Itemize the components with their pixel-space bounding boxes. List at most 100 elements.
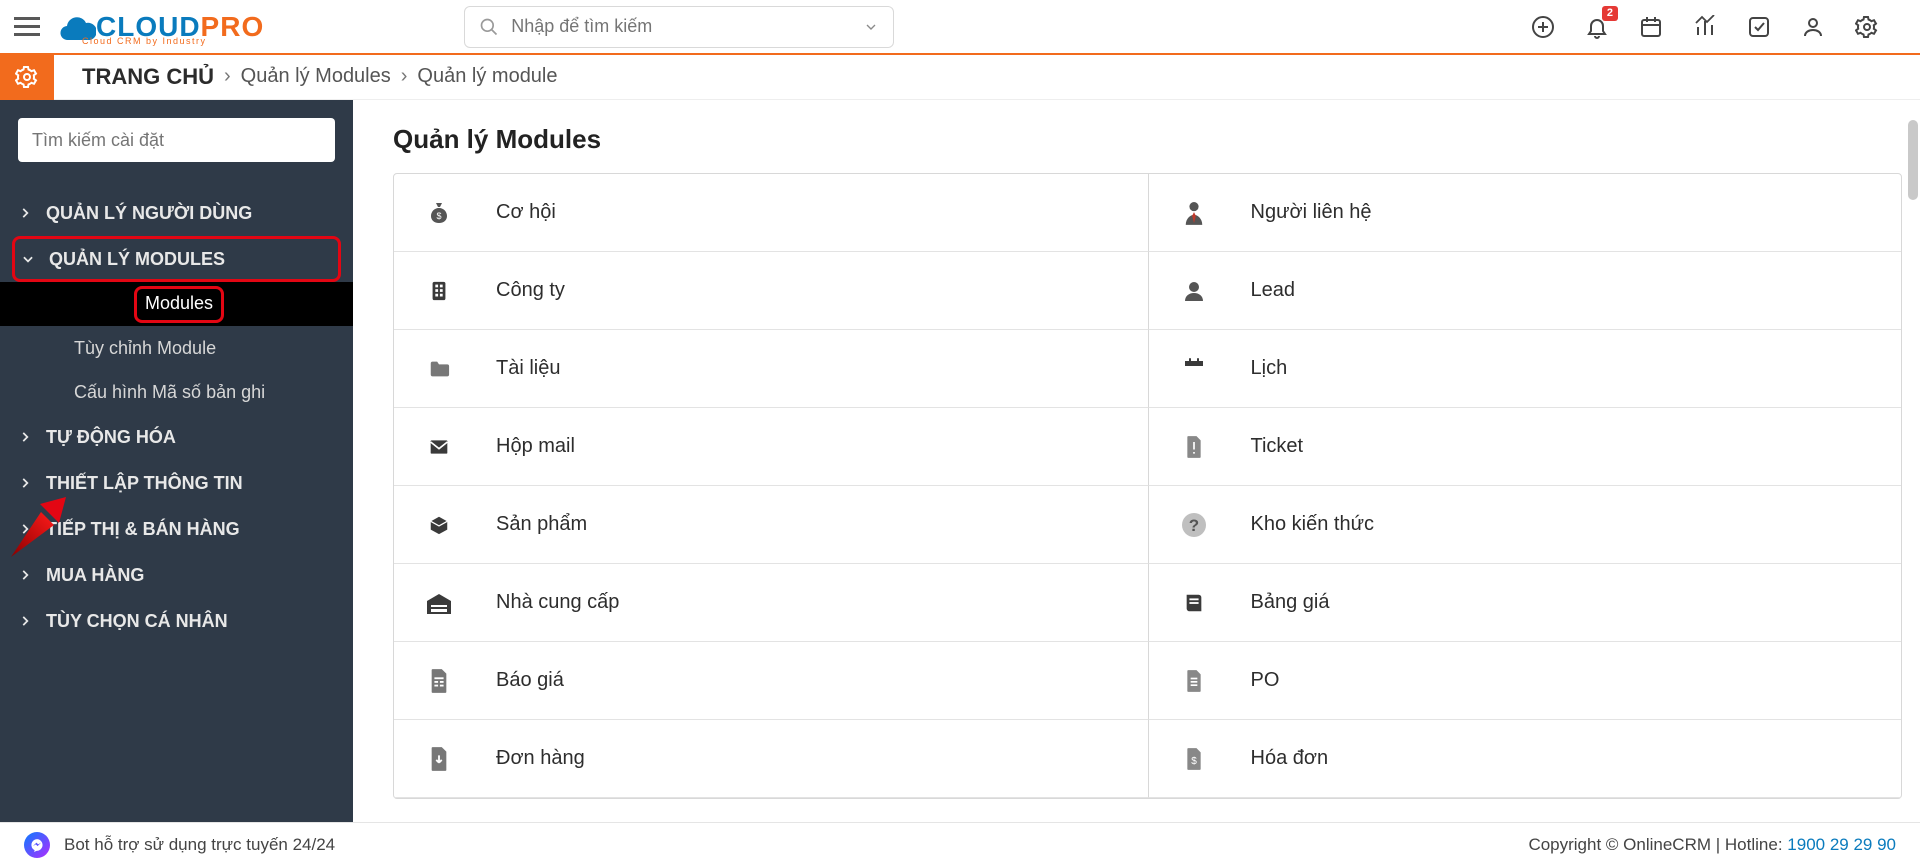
sidebar-search-input[interactable] (32, 130, 321, 151)
warehouse-icon (422, 592, 456, 614)
doc-arrow-icon (422, 746, 456, 772)
highlight-annotation: QUẢN LÝ MODULES (12, 236, 341, 282)
module-item[interactable]: Tài liệu (394, 330, 1148, 408)
sidebar-sub-label: Tùy chỉnh Module (74, 338, 216, 359)
breadcrumb: TRANG CHỦ › Quản lý Modules › Quản lý mo… (82, 64, 558, 90)
breadcrumb-level-1[interactable]: Quản lý Modules (241, 65, 391, 88)
add-button[interactable] (1530, 14, 1556, 40)
footer: Bot hỗ trợ sử dụng trực tuyến 24/24 Copy… (0, 822, 1920, 866)
sidebar-item-personal[interactable]: TÙY CHỌN CÁ NHÂN (18, 598, 335, 644)
sidebar-sub-record-number[interactable]: Cấu hình Mã số bản ghi (0, 370, 353, 414)
module-item[interactable]: Hộp mail (394, 408, 1148, 486)
module-item[interactable]: Công ty (394, 252, 1148, 330)
sidebar-item-automation[interactable]: TỰ ĐỘNG HÓA (18, 414, 335, 460)
profile-button[interactable] (1800, 14, 1826, 40)
module-label: Báo giá (496, 669, 564, 692)
sidebar-item-marketing-sales[interactable]: TIẾP THỊ & BÁN HÀNG (18, 506, 335, 552)
module-item[interactable]: Nhà cung cấp (394, 564, 1148, 642)
sidebar-sub-label: Cấu hình Mã số bản ghi (74, 382, 265, 403)
breadcrumb-level-2: Quản lý module (417, 65, 557, 88)
question-icon: ? (1177, 512, 1211, 538)
calendar-icon (1177, 357, 1211, 381)
module-item[interactable]: Lead (1148, 252, 1902, 330)
page-title: Quản lý Modules (393, 124, 1902, 155)
chevron-down-icon[interactable] (863, 19, 879, 35)
sidebar-item-label: TIẾP THỊ & BÁN HÀNG (46, 519, 240, 540)
sidebar-item-label: QUẢN LÝ MODULES (49, 249, 225, 270)
chevron-down-icon (21, 252, 35, 266)
reports-button[interactable] (1692, 14, 1718, 40)
tasks-button[interactable] (1746, 14, 1772, 40)
module-item[interactable]: Người liên hệ (1148, 174, 1902, 252)
chevron-right-icon (18, 476, 32, 490)
module-item[interactable]: Sản phẩm (394, 486, 1148, 564)
building-icon (422, 279, 456, 303)
alert-doc-icon (1177, 434, 1211, 460)
module-label: Cơ hội (496, 201, 556, 224)
moneybag-icon: $ (422, 201, 456, 225)
chevron-right-icon (18, 522, 32, 536)
breadcrumb-row: TRANG CHỦ › Quản lý Modules › Quản lý mo… (0, 54, 1920, 100)
module-item[interactable]: ? Kho kiến thức (1148, 486, 1902, 564)
footer-right: Copyright © OnlineCRM | Hotline: 1900 29… (1528, 835, 1896, 855)
settings-home-button[interactable] (0, 54, 54, 100)
module-item[interactable]: Lịch (1148, 330, 1902, 408)
main-content: Quản lý Modules $ Cơ hội Người liên hệ Công… (353, 100, 1920, 822)
module-item[interactable]: PO (1148, 642, 1902, 720)
gear-icon (15, 65, 39, 89)
module-label: Hộp mail (496, 435, 575, 458)
chevron-right-icon (18, 430, 32, 444)
global-search-input[interactable] (511, 16, 863, 37)
module-item[interactable]: Báo giá (394, 642, 1148, 720)
footer-hotline-number[interactable]: 1900 29 29 90 (1787, 835, 1896, 854)
accent-line (0, 53, 1920, 55)
book-icon (1177, 592, 1211, 614)
sidebar-item-label: TỰ ĐỘNG HÓA (46, 427, 176, 448)
sidebar-sub-modules[interactable]: Modules (0, 282, 353, 326)
sidebar-item-purchasing[interactable]: MUA HÀNG (18, 552, 335, 598)
module-item[interactable]: Bảng giá (1148, 564, 1902, 642)
module-item[interactable]: Ticket (1148, 408, 1902, 486)
doc-icon (1177, 668, 1211, 694)
highlight-annotation: Modules (134, 286, 224, 323)
scrollbar[interactable] (1908, 120, 1918, 200)
sidebar-search[interactable] (18, 118, 335, 162)
chart-icon (1693, 15, 1717, 39)
module-item[interactable]: Đơn hàng (394, 720, 1148, 798)
module-label: PO (1251, 669, 1280, 692)
sidebar-item-users[interactable]: QUẢN LÝ NGƯỜI DÙNG (18, 190, 335, 236)
module-label: Đơn hàng (496, 747, 585, 770)
module-label: Tài liệu (496, 357, 560, 380)
footer-bot-text: Bot hỗ trợ sử dụng trực tuyến 24/24 (64, 835, 335, 855)
footer-copyright: Copyright © OnlineCRM (1528, 835, 1711, 854)
module-label: Công ty (496, 279, 565, 302)
sidebar-item-modules[interactable]: QUẢN LÝ MODULES (21, 249, 225, 270)
sidebar-item-label: TÙY CHỌN CÁ NHÂN (46, 611, 228, 632)
module-item[interactable]: $Hóa đơn (1148, 720, 1902, 798)
mail-icon (422, 437, 456, 457)
module-item[interactable]: $ Cơ hội (394, 174, 1148, 252)
module-label: Người liên hệ (1251, 201, 1372, 224)
module-label: Bảng giá (1251, 591, 1330, 614)
search-icon (479, 17, 499, 37)
breadcrumb-home[interactable]: TRANG CHỦ (82, 64, 214, 90)
chevron-right-icon (18, 614, 32, 628)
settings-button[interactable] (1854, 14, 1880, 40)
module-label: Lead (1251, 279, 1296, 302)
hamburger-menu[interactable] (0, 0, 54, 54)
svg-text:?: ? (1188, 516, 1198, 535)
top-icon-bar: 2 (1530, 14, 1920, 40)
sidebar-sub-customize-module[interactable]: Tùy chỉnh Module (0, 326, 353, 370)
doc-dollar-icon: $ (1177, 746, 1211, 772)
calendar-button[interactable] (1638, 14, 1664, 40)
logo-tagline: Cloud CRM by Industry (82, 36, 207, 46)
folder-icon (422, 358, 456, 380)
sidebar-item-info-setup[interactable]: THIẾT LẬP THÔNG TIN (18, 460, 335, 506)
notifications-button[interactable]: 2 (1584, 14, 1610, 40)
global-search[interactable] (464, 6, 894, 48)
module-label: Kho kiến thức (1251, 513, 1374, 536)
user-icon (1177, 279, 1211, 303)
chevron-right-icon: › (401, 65, 408, 88)
messenger-button[interactable] (24, 832, 50, 858)
sidebar-item-label: MUA HÀNG (46, 565, 144, 586)
